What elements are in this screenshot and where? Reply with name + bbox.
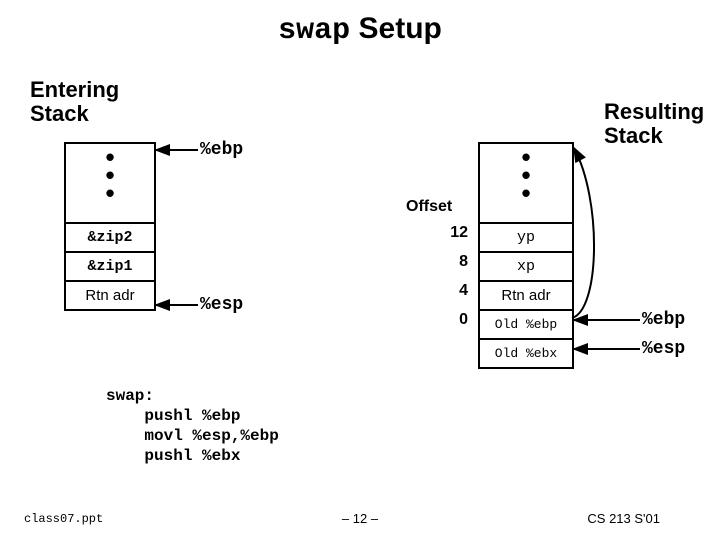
stack-cell: Rtn adr (66, 280, 154, 309)
stack-cell: &zip1 (66, 251, 154, 280)
stack-cell: Rtn adr (480, 280, 572, 309)
esp-pointer-label-right: %esp (642, 339, 685, 359)
assembly-code: swap: pushl %ebp movl %esp,%ebp pushl %e… (106, 386, 279, 466)
stack-dots: ••• (480, 144, 572, 222)
esp-pointer-label-left: %esp (200, 295, 243, 315)
stack-dots: ••• (66, 144, 154, 222)
stack-cell: xp (480, 251, 572, 280)
entering-stack: ••• &zip2 &zip1 Rtn adr (64, 142, 156, 311)
stack-cell: yp (480, 222, 572, 251)
title-keyword: swap (278, 14, 350, 48)
stack-cell: Old %ebx (480, 338, 572, 367)
entering-stack-label: EnteringStack (30, 78, 119, 126)
offset-value: 8 (428, 253, 468, 271)
offset-header: Offset (406, 198, 452, 216)
ebp-pointer-label-right: %ebp (642, 310, 685, 330)
page-title: swap Setup (0, 12, 720, 48)
stack-cell: &zip2 (66, 222, 154, 251)
title-rest: Setup (350, 12, 442, 45)
offset-value: 0 (428, 311, 468, 329)
resulting-stack: ••• yp xp Rtn adr Old %ebp Old %ebx (478, 142, 574, 369)
offset-value: 12 (428, 224, 468, 242)
stack-cell: Old %ebp (480, 309, 572, 338)
offset-value: 4 (428, 282, 468, 300)
ebp-pointer-label-left: %ebp (200, 140, 243, 160)
resulting-stack-label: ResultingStack (604, 100, 704, 148)
footer-course: CS 213 S'01 (587, 511, 660, 526)
